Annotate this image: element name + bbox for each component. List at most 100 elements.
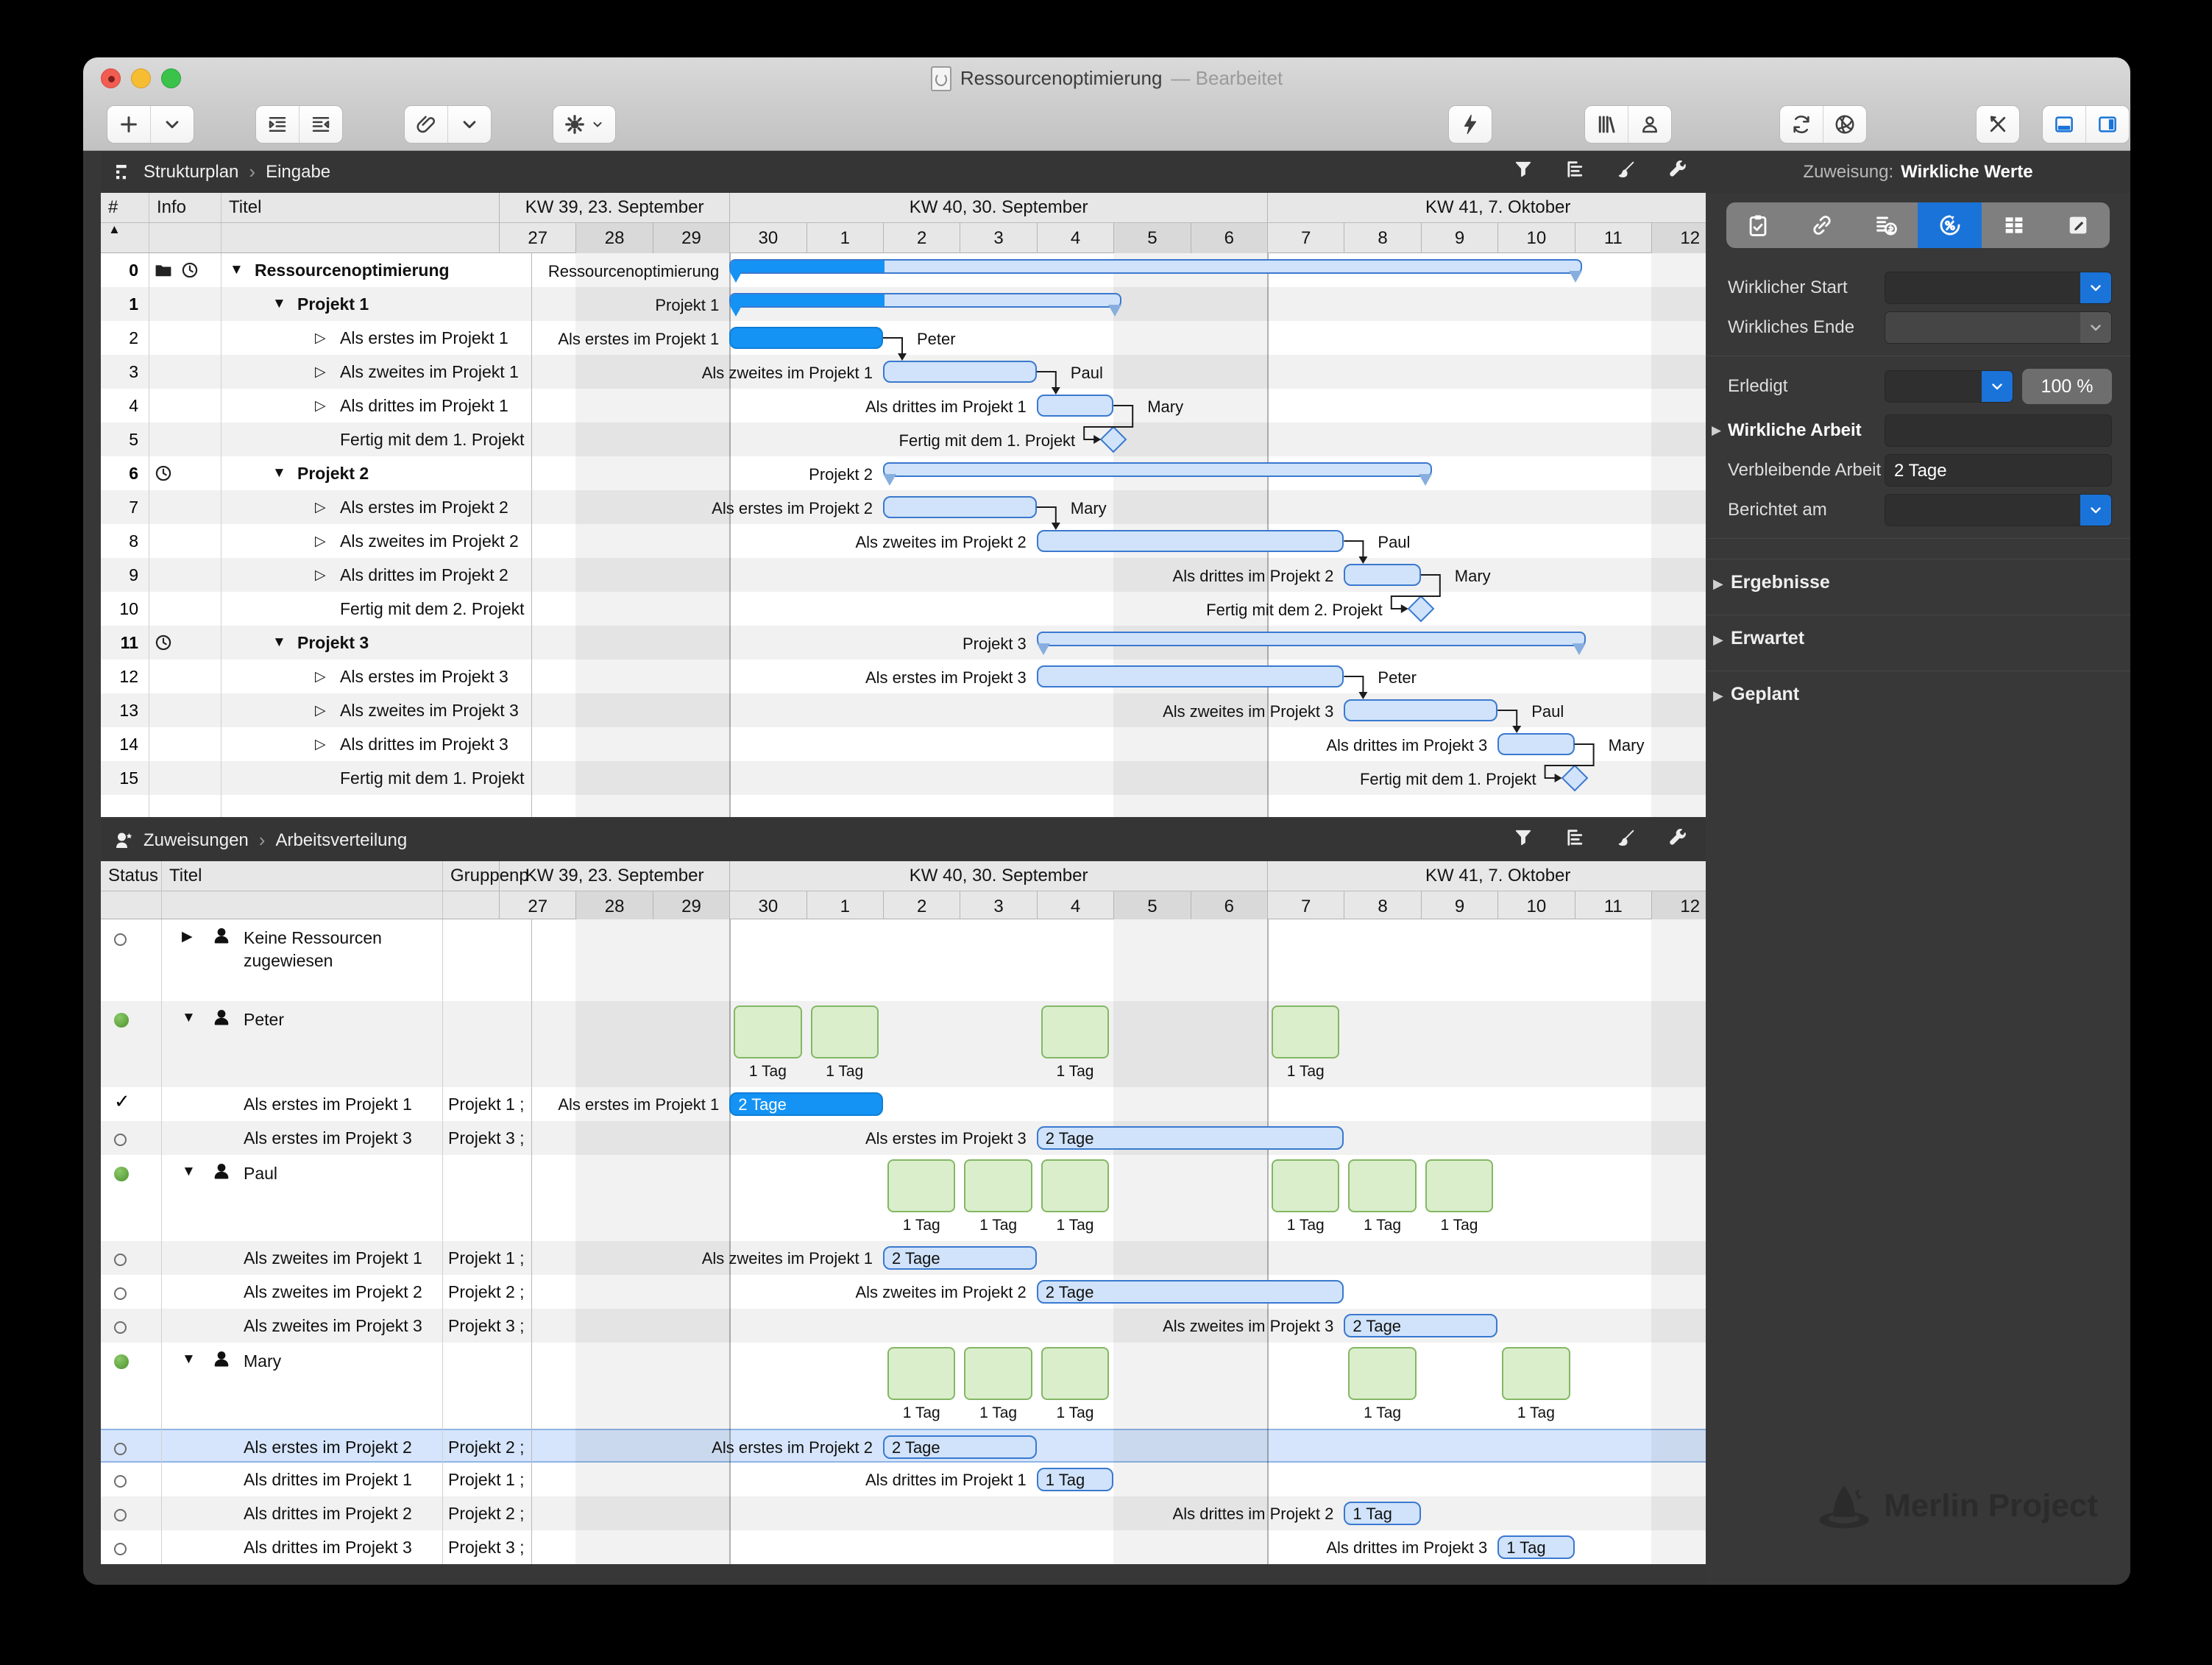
toolbar-button[interactable] xyxy=(2086,106,2129,143)
task-title[interactable]: Fertig mit dem 1. Projekt xyxy=(340,430,525,450)
assignment-title[interactable]: Als drittes im Projekt 2 xyxy=(244,1504,412,1524)
breadcrumb-item[interactable]: Strukturplan xyxy=(143,162,238,183)
disclosure-triangle[interactable] xyxy=(315,736,326,753)
assignment-row[interactable]: Als zweites im Projekt 2 Projekt 2 ; Als z… xyxy=(101,1275,1706,1309)
disclosure-triangle[interactable] xyxy=(182,1164,196,1180)
disclosure-triangle[interactable]: ▶ xyxy=(1713,576,1723,592)
resource-name[interactable]: Keine Ressourcen zugewiesen xyxy=(244,927,435,972)
inspector-tab-cost-icon[interactable] xyxy=(1854,202,1918,248)
pane-tool[interactable] xyxy=(1564,827,1585,853)
inspector-tab-actuals-icon[interactable] xyxy=(1918,202,1982,248)
inspector-tab-clipboard-icon[interactable] xyxy=(1726,202,1790,248)
summary-bar[interactable] xyxy=(729,293,1121,318)
inspector-tab-note-icon[interactable] xyxy=(2046,202,2110,248)
pane-tool[interactable] xyxy=(1513,159,1534,185)
task-bar[interactable] xyxy=(883,361,1037,383)
dropdown-button[interactable] xyxy=(2080,312,2111,343)
field-input[interactable]: 2 Tage xyxy=(1885,454,2112,487)
task-title[interactable]: Als drittes im Projekt 2 xyxy=(340,565,508,585)
milestone-diamond[interactable] xyxy=(1561,764,1588,792)
toolbar-button[interactable] xyxy=(1977,106,2019,143)
toolbar-button[interactable] xyxy=(1628,106,1671,143)
task-title[interactable]: Als zweites im Projekt 3 xyxy=(340,701,519,721)
resource-name[interactable]: Peter xyxy=(244,1008,435,1031)
assignment-bar[interactable]: 2 Tage xyxy=(1036,1280,1344,1304)
assignment-bar[interactable]: 1 Tag xyxy=(1497,1535,1575,1559)
disclosure-triangle[interactable] xyxy=(182,928,193,945)
task-bar[interactable] xyxy=(729,327,883,349)
workload-box[interactable] xyxy=(1041,1347,1110,1400)
gantt-row[interactable]: 11 Projekt 3 Projekt 3 xyxy=(101,626,1706,660)
assignment-row[interactable]: Keine Ressourcen zugewiesen xyxy=(101,919,1706,1001)
assignment-bar[interactable]: 1 Tag xyxy=(1344,1502,1421,1525)
assignment-bar[interactable]: 2 Tage xyxy=(883,1246,1037,1270)
gantt-row[interactable]: 4 Als drittes im Projekt 1 Als drittes im … xyxy=(101,389,1706,423)
gantt-row[interactable]: 2Als erstes im Projekt 1Als erstes im Pr… xyxy=(101,321,1706,355)
disclosure-triangle[interactable] xyxy=(315,397,326,414)
task-bar[interactable] xyxy=(1497,733,1575,755)
assignment-bar[interactable]: 2 Tage xyxy=(1036,1126,1344,1150)
gantt-row[interactable]: 7 Als erstes im Projekt 2 Als erstes im Pr… xyxy=(101,490,1706,524)
dropdown-button[interactable] xyxy=(2080,272,2111,303)
workload-box[interactable] xyxy=(734,1005,802,1058)
pane-tool[interactable] xyxy=(1667,827,1688,853)
field-input[interactable] xyxy=(1885,494,2112,526)
assignment-title[interactable]: Als erstes im Projekt 1 xyxy=(244,1095,412,1114)
inspector-section[interactable]: ▶ Geplant xyxy=(1706,671,2130,725)
gantt-row[interactable]: 10 Fertig mit dem 2. Projekt Fertig mit de… xyxy=(101,592,1706,626)
gantt-row[interactable]: 14 Als drittes im Projekt 3 Als drittes im… xyxy=(101,727,1706,761)
disclosure-triangle[interactable]: ▶ xyxy=(1713,688,1723,704)
assignment-title[interactable]: Als zweites im Projekt 2 xyxy=(244,1282,422,1302)
gantt-row[interactable]: 12 Als erstes im Projekt 3 Als erstes im P… xyxy=(101,660,1706,693)
breadcrumb[interactable]: Strukturplan › Eingabe xyxy=(101,160,330,183)
assignment-title[interactable]: Als drittes im Projekt 3 xyxy=(244,1538,412,1558)
workload-box[interactable] xyxy=(1272,1005,1340,1058)
summary-bar[interactable] xyxy=(729,259,1583,284)
task-title[interactable]: Als erstes im Projekt 3 xyxy=(340,667,508,687)
disclosure-triangle[interactable] xyxy=(315,702,326,719)
task-title[interactable]: Als zweites im Projekt 2 xyxy=(340,531,519,551)
disclosure-triangle[interactable] xyxy=(315,330,326,347)
toolbar-button[interactable] xyxy=(405,106,448,143)
workload-box[interactable] xyxy=(887,1159,956,1212)
assignment-row[interactable]: Peter 1 Tag 1 Tag 1 Tag 1 Tag xyxy=(101,1001,1706,1087)
field-input[interactable] xyxy=(1885,272,2112,304)
toolbar-button[interactable] xyxy=(1780,106,1823,143)
task-bar[interactable] xyxy=(1344,699,1498,721)
summary-bar[interactable] xyxy=(883,462,1433,487)
assignment-bar[interactable]: 2 Tage xyxy=(729,1092,883,1116)
inspector-section[interactable]: ▶ Ergebnisse xyxy=(1706,559,2130,613)
gantt-row[interactable]: 9 Als drittes im Projekt 2 Als drittes im … xyxy=(101,558,1706,592)
assignment-title[interactable]: Als drittes im Projekt 1 xyxy=(244,1470,412,1490)
breadcrumb[interactable]: Zuweisungen › Arbeitsverteilung xyxy=(101,829,407,852)
workload-box[interactable] xyxy=(1348,1159,1417,1212)
task-bar[interactable] xyxy=(1036,665,1344,687)
resource-name[interactable]: Mary xyxy=(244,1350,435,1373)
assignment-row[interactable]: ✓ Als erstes im Projekt 1 Projekt 1 ; Als e… xyxy=(101,1087,1706,1121)
toolbar-button[interactable] xyxy=(553,106,615,143)
assignment-title[interactable]: Als zweites im Projekt 1 xyxy=(244,1248,422,1268)
toolbar-button[interactable] xyxy=(256,106,299,143)
gantt-row[interactable]: 6 Projekt 2 Projekt 2 xyxy=(101,456,1706,490)
task-title[interactable]: Als drittes im Projekt 1 xyxy=(340,396,508,416)
pane-tool[interactable] xyxy=(1616,159,1637,185)
disclosure-triangle[interactable] xyxy=(272,465,286,481)
task-title[interactable]: Fertig mit dem 2. Projekt xyxy=(340,599,525,619)
gantt-row[interactable]: 5 Fertig mit dem 1. Projekt Fertig mit dem… xyxy=(101,423,1706,456)
disclosure-triangle[interactable] xyxy=(315,567,326,584)
task-bar[interactable] xyxy=(1036,395,1114,417)
workload-box[interactable] xyxy=(964,1347,1032,1400)
assignment-row[interactable]: Als drittes im Projekt 1 Projekt 1 ; Als d… xyxy=(101,1463,1706,1496)
breadcrumb-item[interactable]: Zuweisungen xyxy=(143,830,249,851)
toolbar-button[interactable] xyxy=(448,106,491,143)
assignment-bar[interactable]: 1 Tag xyxy=(1036,1468,1114,1491)
toolbar-button[interactable] xyxy=(1585,106,1628,143)
workload-box[interactable] xyxy=(1502,1347,1570,1400)
workload-box[interactable] xyxy=(1041,1005,1110,1058)
task-title[interactable]: Fertig mit dem 1. Projekt xyxy=(340,768,525,788)
gantt-row[interactable]: 3 Als zweites im Projekt 1 Als zweites im … xyxy=(101,355,1706,389)
disclosure-triangle[interactable] xyxy=(315,499,326,516)
toolbar-button[interactable] xyxy=(151,106,194,143)
task-title[interactable]: Als zweites im Projekt 1 xyxy=(340,362,519,382)
task-bar[interactable] xyxy=(883,496,1037,518)
